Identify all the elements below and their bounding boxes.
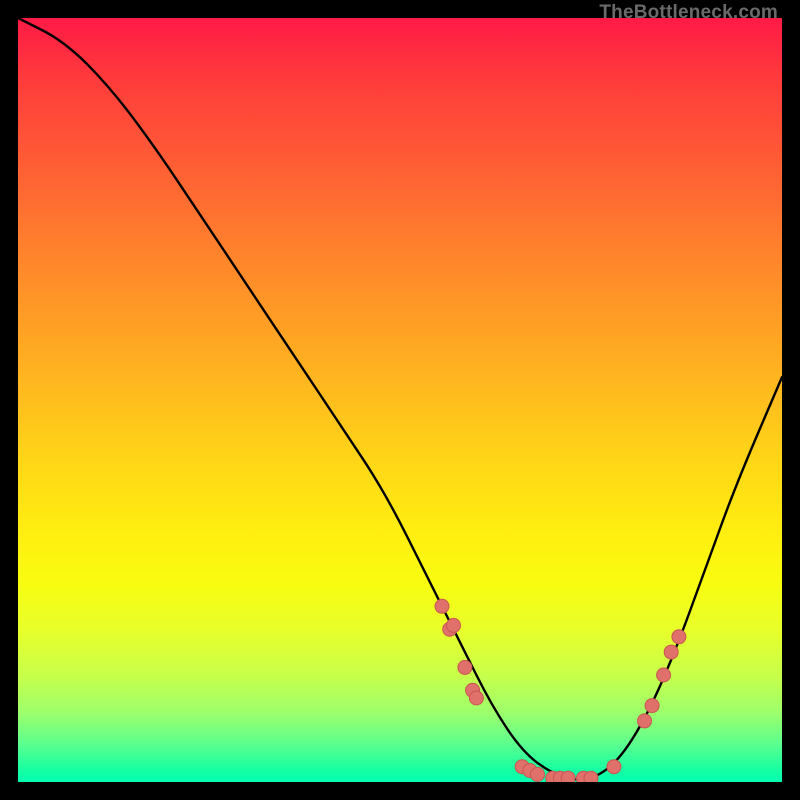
marker-point xyxy=(531,767,545,781)
marker-point xyxy=(607,760,621,774)
curve-markers xyxy=(435,599,686,782)
marker-point xyxy=(672,630,686,644)
marker-point xyxy=(447,618,461,632)
plot-area xyxy=(18,18,782,782)
marker-point xyxy=(561,771,575,782)
curve-svg xyxy=(18,18,782,782)
marker-point xyxy=(469,691,483,705)
marker-point xyxy=(645,699,659,713)
marker-point xyxy=(657,668,671,682)
marker-point xyxy=(638,714,652,728)
bottleneck-curve xyxy=(18,18,782,779)
chart-container: TheBottleneck.com xyxy=(0,0,800,800)
watermark-text: TheBottleneck.com xyxy=(599,2,778,24)
marker-point xyxy=(584,771,598,782)
marker-point xyxy=(435,599,449,613)
marker-point xyxy=(458,660,472,674)
marker-point xyxy=(664,645,678,659)
